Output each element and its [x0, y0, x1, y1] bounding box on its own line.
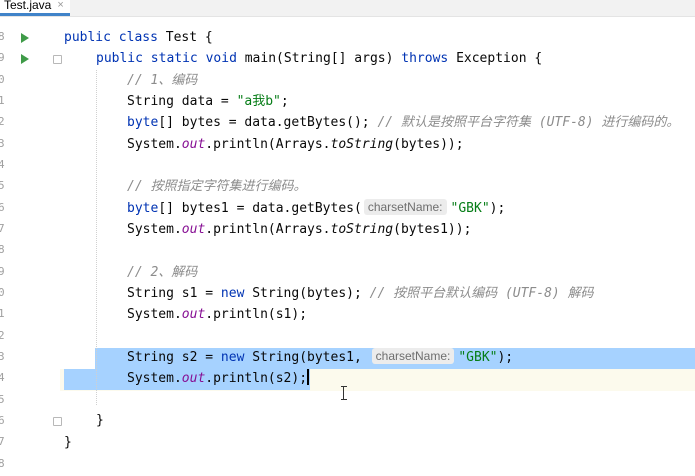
editor-tab-bar: Test.java ×: [0, 0, 695, 17]
line-number: 9: [0, 265, 5, 278]
fold-marker-icon[interactable]: [53, 417, 62, 426]
line-number: 5: [0, 393, 5, 406]
indent-guide: [96, 70, 97, 405]
line-number: 6: [0, 201, 5, 214]
close-icon[interactable]: ×: [57, 0, 63, 11]
line-number: 8: [0, 457, 5, 470]
editor-gutter: [0, 17, 60, 476]
code-line-12[interactable]: System.out.println(s1);: [127, 304, 307, 325]
code-line-11[interactable]: String s1 = new String(bytes); // 按照平台默认…: [127, 283, 594, 304]
line-number: 2: [0, 329, 5, 342]
code-line-4[interactable]: String data = "a我b";: [127, 91, 289, 112]
code-line-8[interactable]: byte[] bytes1 = data.getBytes(charsetNam…: [127, 198, 505, 219]
line-number: 0: [0, 73, 5, 86]
code-line-7[interactable]: // 按照指定字符集进行编码。: [127, 176, 306, 197]
parameter-hint: charsetName:: [363, 199, 447, 215]
code-line-6[interactable]: System.out.println(Arrays.toString(bytes…: [127, 134, 464, 155]
run-triangle-icon[interactable]: [21, 54, 29, 64]
line-number: 5: [0, 179, 5, 192]
code-line-3[interactable]: // 1、编码: [127, 70, 197, 91]
code-line-14[interactable]: System.out.println(s2);: [127, 368, 310, 389]
line-number: 3: [0, 350, 5, 363]
fold-marker-icon[interactable]: [53, 55, 62, 64]
line-number: 7: [0, 435, 5, 448]
line-number: 4: [0, 371, 5, 384]
run-triangle-icon[interactable]: [21, 33, 29, 43]
line-number: 4: [0, 158, 5, 171]
tab-label: Test.java: [4, 0, 52, 12]
code-line-9[interactable]: System.out.println(Arrays.toString(bytes…: [127, 219, 471, 240]
code-line-5[interactable]: byte[] bytes = data.getBytes(); // 默认是按照…: [127, 112, 679, 133]
code-line-16[interactable]: }: [64, 432, 72, 453]
code-line-15[interactable]: }: [96, 410, 104, 431]
line-number: 8: [0, 30, 5, 43]
line-number: 7: [0, 222, 5, 235]
text-cursor-icon: [341, 386, 347, 400]
line-number: 9: [0, 51, 5, 64]
line-number: 0: [0, 286, 5, 299]
code-line-2[interactable]: public static void main(String[] args) t…: [96, 48, 542, 69]
line-number: 3: [0, 137, 5, 150]
parameter-hint: charsetName:: [371, 348, 455, 364]
code-line-10[interactable]: // 2、解码: [127, 262, 197, 283]
line-number: 1: [0, 94, 5, 107]
tab-test-java[interactable]: Test.java ×: [0, 0, 70, 16]
line-number: 8: [0, 243, 5, 256]
code-line-1[interactable]: public class Test {: [64, 27, 213, 48]
line-number: 2: [0, 115, 5, 128]
text-caret: [307, 369, 310, 385]
code-line-13[interactable]: String s2 = new String(bytes1, charsetNa…: [127, 347, 513, 368]
line-number: 6: [0, 414, 5, 427]
line-number: 1: [0, 307, 5, 320]
